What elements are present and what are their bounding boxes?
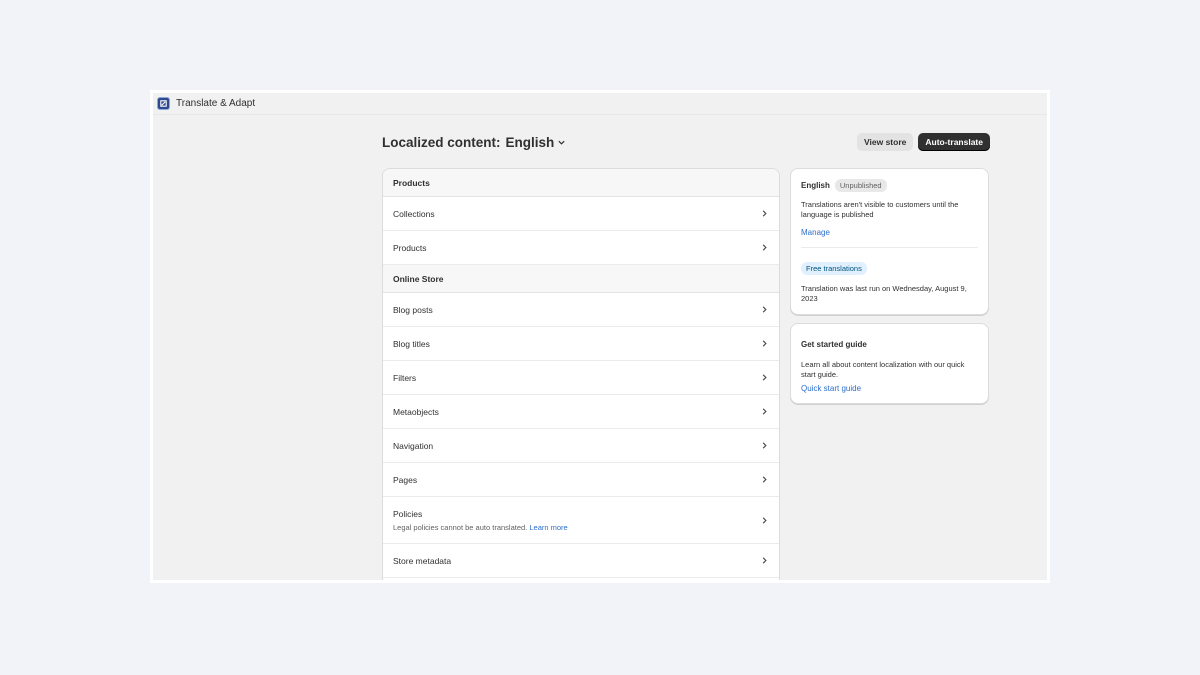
chevron-right-icon [762,210,767,217]
list-item-metaobjects[interactable]: Metaobjects [383,395,779,429]
manage-link[interactable]: Manage [801,228,978,237]
chevron-right-icon [762,557,767,564]
list-item-products[interactable]: Products [383,231,779,265]
chevron-right-icon [762,244,767,251]
section-header-products: Products [383,169,779,197]
list-item-policies[interactable]: Policies Legal policies cannot be auto t… [383,497,779,544]
free-translations-badge: Free translations [801,262,867,275]
app-title-bar: Translate & Adapt [153,93,1047,115]
chevron-right-icon [762,408,767,415]
status-badge: Unpublished [834,179,887,192]
chevron-right-icon [762,442,767,449]
app-window: Translate & Adapt Localized content: Eng… [153,93,1047,580]
list-item-label: Filters [393,372,417,383]
list-item-store-metadata[interactable]: Store metadata [383,544,779,578]
list-item-label: Products [393,242,427,253]
divider [801,247,978,248]
policies-note: Legal policies cannot be auto translated… [393,523,568,532]
get-started-card: Get started guide Learn all about conten… [790,323,989,404]
language-selector-value: English [505,134,555,150]
page-header: Localized content: English View store Au… [382,131,990,153]
language-selector[interactable]: English [506,135,567,150]
list-item-pages[interactable]: Pages [383,463,779,497]
header-actions: View store Auto-translate [857,133,990,151]
last-run-text: Translation was last run on Wednesday, A… [801,284,967,303]
resource-list: Products Collections Products Online Sto… [382,168,780,580]
chevron-right-icon [762,516,767,524]
app-frame: Translate & Adapt Localized content: Eng… [150,90,1050,583]
chevron-down-icon [558,140,565,145]
quick-start-link[interactable]: Quick start guide [801,384,978,393]
list-item-label: Policies [393,508,423,519]
list-item-label: Pages [393,474,418,485]
list-item-label: Navigation [393,440,434,451]
app-logo-icon [157,97,170,110]
chevron-right-icon [762,476,767,483]
list-item-filters[interactable]: Filters [383,361,779,395]
list-item-blog-titles[interactable]: Blog titles [383,327,779,361]
list-item-label: Metaobjects [393,406,439,417]
list-item-label: Collections [393,208,435,219]
chevron-right-icon [762,306,767,313]
chevron-right-icon [762,374,767,381]
publish-note: Translations aren't visible to customers… [801,200,959,219]
policies-note-text: Legal policies cannot be auto translated… [393,522,528,532]
guide-text: Learn all about content localization wit… [801,360,965,379]
list-item-label: Blog posts [393,304,433,315]
list-item-navigation[interactable]: Navigation [383,429,779,463]
language-status-header: English Unpublished [801,179,978,192]
chevron-right-icon [762,340,767,347]
app-title: Translate & Adapt [176,98,256,109]
guide-title: Get started guide [801,340,867,349]
list-item-blog-posts[interactable]: Blog posts [383,293,779,327]
auto-translate-button[interactable]: Auto-translate [918,133,990,151]
sidebar: English Unpublished Translations aren't … [790,168,989,412]
section-header-online-store: Online Store [383,265,779,293]
language-name: English [801,181,830,190]
list-item-collections[interactable]: Collections [383,197,779,231]
view-store-button[interactable]: View store [857,133,914,151]
page-title-label: Localized content: [382,134,501,150]
list-item-label: Store metadata [393,555,452,566]
list-item-label: Blog titles [393,338,430,349]
list-item-text: Policies Legal policies cannot be auto t… [393,509,568,532]
language-status-card: English Unpublished Translations aren't … [790,168,989,315]
page-title: Localized content: English [382,135,566,150]
learn-more-link[interactable]: Learn more [529,523,567,532]
